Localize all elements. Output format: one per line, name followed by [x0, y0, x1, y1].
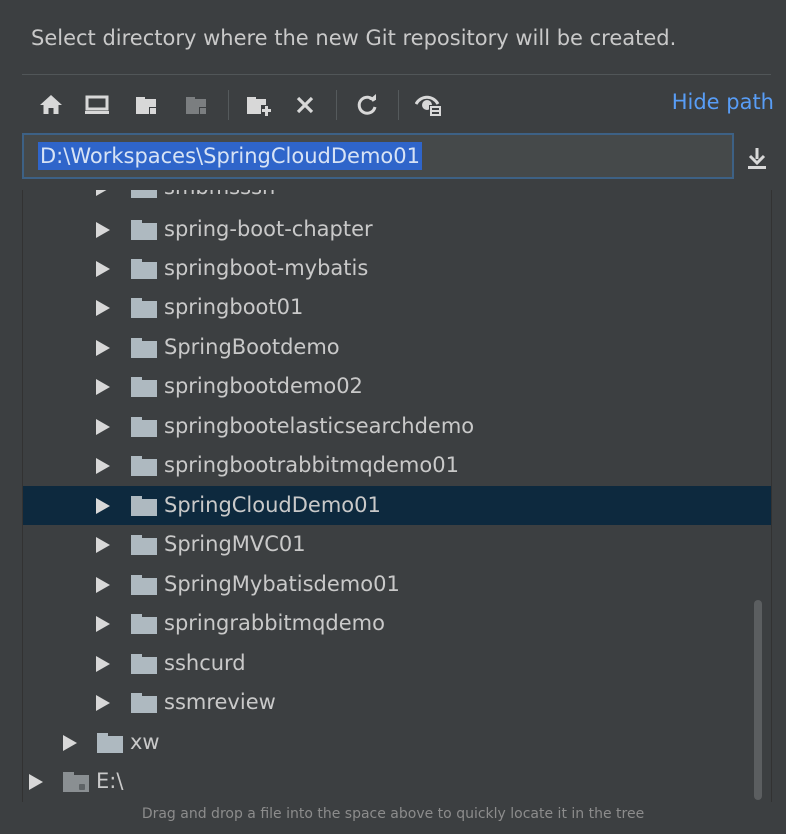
folder-icon [131, 535, 157, 555]
folder-icon [131, 614, 157, 634]
expand-arrow-icon[interactable] [96, 340, 110, 356]
path-input[interactable]: D:\Workspaces\SpringCloudDemo01 [38, 142, 422, 170]
home-icon[interactable] [36, 90, 66, 120]
drag-drop-hint: Drag and drop a file into the space abov… [141, 806, 645, 822]
toolbar-separator [228, 90, 229, 120]
tree-row[interactable]: SpringMybatisdemo01 [23, 565, 771, 604]
project-icon[interactable] [132, 90, 162, 120]
tree-row[interactable]: SpringMVC01 [23, 525, 771, 564]
tree-scrollbar[interactable] [754, 600, 762, 800]
tree-row-label: smbmsssh [164, 190, 275, 200]
expand-arrow-icon[interactable] [96, 261, 110, 277]
tree-row-selected[interactable]: SpringCloudDemo01 [23, 486, 771, 525]
folder-icon [131, 654, 157, 674]
tree-row-label: SpringMVC01 [164, 532, 306, 556]
tree-row[interactable]: E:\ [23, 762, 771, 801]
tree-row[interactable]: SpringBootdemo [23, 328, 771, 367]
delete-icon[interactable] [290, 90, 320, 120]
dialog-description: Select directory where the new Git repos… [31, 26, 677, 50]
folder-icon [131, 417, 157, 437]
header-divider [22, 74, 771, 75]
folder-icon [131, 220, 157, 240]
tree-row-label: E:\ [96, 769, 124, 793]
expand-arrow-icon[interactable] [96, 616, 110, 632]
tree-row[interactable]: spring-boot-chapter [23, 210, 771, 249]
toolbar-separator [336, 90, 337, 120]
tree-row[interactable]: springbootdemo02 [23, 367, 771, 406]
tree-row[interactable]: springboot01 [23, 288, 771, 327]
module-icon [182, 90, 212, 120]
folder-icon [131, 456, 157, 476]
tree-row-label: sshcurd [164, 651, 246, 675]
expand-arrow-icon[interactable] [96, 498, 110, 514]
folder-icon [131, 575, 157, 595]
tree-row-label: springbootrabbitmqdemo01 [164, 453, 459, 477]
folder-icon [131, 496, 157, 516]
expand-arrow-icon[interactable] [96, 695, 110, 711]
expand-arrow-icon[interactable] [96, 458, 110, 474]
tree-row-label: xw [130, 730, 160, 754]
tree-row-label: SpringCloudDemo01 [164, 493, 381, 517]
tree-row[interactable]: sshcurd [23, 644, 771, 683]
folder-icon [131, 338, 157, 358]
drive-icon [63, 772, 89, 792]
tree-row-label: springbootdemo02 [164, 374, 363, 398]
toolbar-separator [398, 90, 399, 120]
tree-row-label: SpringMybatisdemo01 [164, 572, 400, 596]
tree-row[interactable]: springboot-mybatis [23, 249, 771, 288]
tree-row-label: springbootelasticsearchdemo [164, 414, 475, 438]
refresh-icon[interactable] [352, 90, 382, 120]
folder-icon [131, 377, 157, 397]
expand-arrow-icon[interactable] [96, 537, 110, 553]
folder-icon [131, 259, 157, 279]
expand-arrow-icon[interactable] [96, 656, 110, 672]
path-input-field[interactable]: D:\Workspaces\SpringCloudDemo01 [22, 133, 734, 179]
hide-path-link[interactable]: Hide path [672, 90, 774, 114]
new-folder-icon[interactable] [244, 90, 274, 120]
expand-arrow-icon[interactable] [96, 379, 110, 395]
tree-row-label: SpringBootdemo [164, 335, 340, 359]
tree-row[interactable]: springrabbitmqdemo [23, 604, 771, 643]
expand-arrow-icon[interactable] [96, 419, 110, 435]
tree-row[interactable]: smbmsssh [23, 190, 771, 207]
file-chooser-toolbar: Hide path [22, 84, 774, 124]
desktop-icon[interactable] [82, 90, 112, 120]
folder-icon [131, 298, 157, 318]
download-icon[interactable] [742, 143, 772, 173]
show-hidden-icon[interactable] [414, 90, 444, 120]
folder-icon [97, 733, 123, 753]
expand-arrow-icon[interactable] [29, 774, 43, 790]
expand-arrow-icon[interactable] [96, 190, 110, 196]
expand-arrow-icon[interactable] [96, 300, 110, 316]
folder-icon [131, 190, 157, 198]
folder-icon [131, 693, 157, 713]
tree-row[interactable]: ssmreview [23, 683, 771, 722]
tree-row[interactable]: springbootelasticsearchdemo [23, 407, 771, 446]
tree-row-label: ssmreview [164, 690, 276, 714]
tree-row-label: springrabbitmqdemo [164, 611, 385, 635]
expand-arrow-icon[interactable] [96, 222, 110, 238]
expand-arrow-icon[interactable] [63, 735, 77, 751]
tree-row[interactable]: xw [23, 723, 771, 762]
expand-arrow-icon[interactable] [96, 577, 110, 593]
tree-row-label: spring-boot-chapter [164, 217, 373, 241]
tree-row-label: springboot01 [164, 295, 304, 319]
tree-row-label: springboot-mybatis [164, 256, 369, 280]
tree-row[interactable]: springbootrabbitmqdemo01 [23, 446, 771, 485]
directory-tree[interactable]: smbmsssh spring-boot-chapter springboot-… [22, 190, 772, 802]
